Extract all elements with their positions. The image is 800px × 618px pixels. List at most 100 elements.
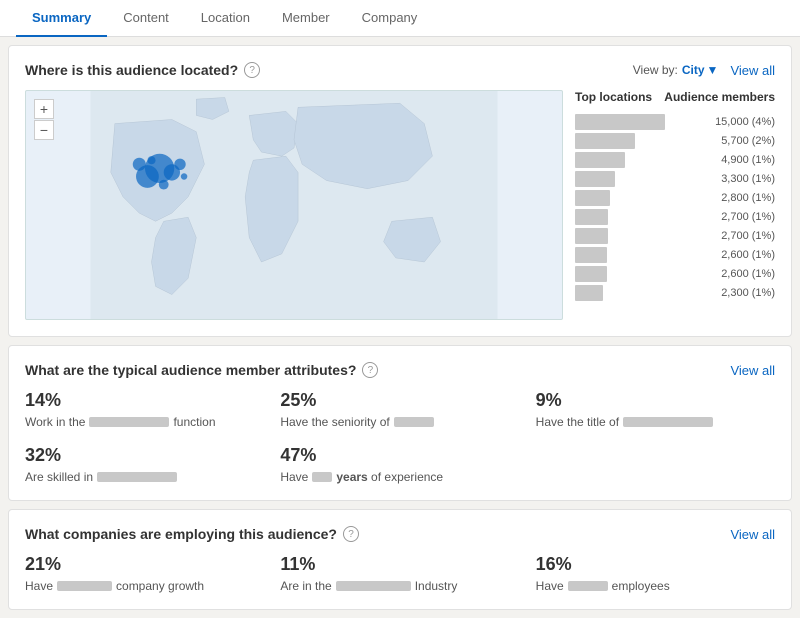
attr-suffix-1: function [173, 415, 215, 429]
location-value-4: 3,300 (1%) [721, 173, 775, 185]
location-title: Where is this audience located? [25, 62, 238, 78]
attributes-section-header: What are the typical audience member att… [25, 362, 775, 378]
location-bar-3 [575, 152, 625, 168]
attributes-info-icon[interactable]: ? [362, 362, 378, 378]
attribute-percent-1: 14% [25, 390, 264, 411]
attribute-desc-1: Work in the function [25, 415, 264, 429]
attribute-title: 9% Have the title of [536, 390, 775, 429]
map-zoom-in[interactable]: + [34, 99, 54, 119]
company-employees: 16% Have employees [536, 554, 775, 593]
company-percent-2: 11% [280, 554, 519, 575]
list-item: 2,600 (1%) [575, 247, 775, 263]
companies-grid: 21% Have company growth 11% Are in the I… [25, 554, 775, 593]
map-controls: + − [34, 99, 54, 140]
company-bar-3 [568, 581, 608, 591]
attributes-title: What are the typical audience member att… [25, 362, 356, 378]
location-info-icon[interactable]: ? [244, 62, 260, 78]
attribute-seniority: 25% Have the seniority of [280, 390, 519, 429]
company-bar-1 [57, 581, 112, 591]
location-bar-9 [575, 266, 607, 282]
company-suffix-3: employees [612, 579, 670, 593]
location-value-10: 2,300 (1%) [721, 287, 775, 299]
location-bar-10 [575, 285, 603, 301]
attr-bar-3 [623, 417, 713, 427]
company-prefix-1: Have [25, 579, 53, 593]
list-item: 5,700 (2%) [575, 133, 775, 149]
companies-info-icon[interactable]: ? [343, 526, 359, 542]
company-desc-3: Have employees [536, 579, 775, 593]
attribute-desc-2: Have the seniority of [280, 415, 519, 429]
attributes-grid-row2: 32% Are skilled in 47% Have years of exp… [25, 445, 775, 484]
audience-members-header: Audience members [664, 90, 775, 104]
company-desc-2: Are in the Industry [280, 579, 519, 593]
attributes-grid-row1: 14% Work in the function 25% Have the se… [25, 390, 775, 429]
list-item: 2,700 (1%) [575, 228, 775, 244]
tab-location[interactable]: Location [185, 0, 266, 37]
list-item: 3,300 (1%) [575, 171, 775, 187]
attr-prefix-3: Have the title of [536, 415, 619, 429]
tab-company[interactable]: Company [346, 0, 434, 37]
company-prefix-2: Are in the [280, 579, 331, 593]
attribute-percent-4: 32% [25, 445, 264, 466]
attr-prefix-5: Have [280, 470, 308, 484]
attr-prefix-2: Have the seniority of [280, 415, 389, 429]
location-bar-8 [575, 247, 607, 263]
page-container: Summary Content Location Member Company … [0, 0, 800, 610]
company-percent-1: 21% [25, 554, 264, 575]
list-item: 2,800 (1%) [575, 190, 775, 206]
attribute-empty [536, 445, 775, 484]
location-bar-2 [575, 133, 635, 149]
location-bar-7 [575, 228, 608, 244]
top-locations-table: Top locations Audience members 15,000 (4… [575, 90, 775, 320]
attributes-section: What are the typical audience member att… [8, 345, 792, 501]
attr-prefix-4: Are skilled in [25, 470, 93, 484]
attr-bar-2 [394, 417, 434, 427]
company-industry: 11% Are in the Industry [280, 554, 519, 593]
attribute-desc-5: Have years of experience [280, 470, 519, 484]
attribute-desc-3: Have the title of [536, 415, 775, 429]
company-bar-2 [336, 581, 411, 591]
view-by-container: View by: City ▼ [633, 63, 719, 77]
chevron-down-icon: ▼ [707, 63, 719, 77]
attribute-function: 14% Work in the function [25, 390, 264, 429]
list-item: 2,600 (1%) [575, 266, 775, 282]
map-svg [26, 91, 562, 319]
location-value-1: 15,000 (4%) [715, 116, 775, 128]
tab-content[interactable]: Content [107, 0, 185, 37]
company-suffix-2: Industry [415, 579, 458, 593]
locations-header: Top locations Audience members [575, 90, 775, 108]
tabs-bar: Summary Content Location Member Company [0, 0, 800, 37]
location-value-3: 4,900 (1%) [721, 154, 775, 166]
list-item: 2,700 (1%) [575, 209, 775, 225]
companies-title: What companies are employing this audien… [25, 526, 337, 542]
location-view-all[interactable]: View all [730, 63, 775, 78]
map-zoom-out[interactable]: − [34, 120, 54, 140]
view-by-select[interactable]: City ▼ [682, 63, 719, 77]
view-by-label: View by: [633, 63, 678, 77]
top-locations-header: Top locations [575, 90, 652, 104]
companies-view-all[interactable]: View all [730, 527, 775, 542]
location-value-7: 2,700 (1%) [721, 230, 775, 242]
attribute-experience: 47% Have years of experience [280, 445, 519, 484]
attribute-percent-3: 9% [536, 390, 775, 411]
list-item: 15,000 (4%) [575, 114, 775, 130]
list-item: 2,300 (1%) [575, 285, 775, 301]
company-percent-3: 16% [536, 554, 775, 575]
location-bar-1 [575, 114, 665, 130]
company-prefix-3: Have [536, 579, 564, 593]
location-value-9: 2,600 (1%) [721, 268, 775, 280]
company-growth: 21% Have company growth [25, 554, 264, 593]
location-value-2: 5,700 (2%) [721, 135, 775, 147]
tab-member[interactable]: Member [266, 0, 346, 37]
attribute-skills: 32% Are skilled in [25, 445, 264, 484]
attr-prefix-1: Work in the [25, 415, 85, 429]
attr-bar-4 [97, 472, 177, 482]
attributes-view-all[interactable]: View all [730, 363, 775, 378]
map-section: + − [25, 90, 775, 320]
attribute-percent-5: 47% [280, 445, 519, 466]
location-value-6: 2,700 (1%) [721, 211, 775, 223]
tab-summary[interactable]: Summary [16, 0, 107, 37]
location-bar-5 [575, 190, 610, 206]
attr-years-label: years of experience [336, 470, 443, 484]
attr-bar-5 [312, 472, 332, 482]
